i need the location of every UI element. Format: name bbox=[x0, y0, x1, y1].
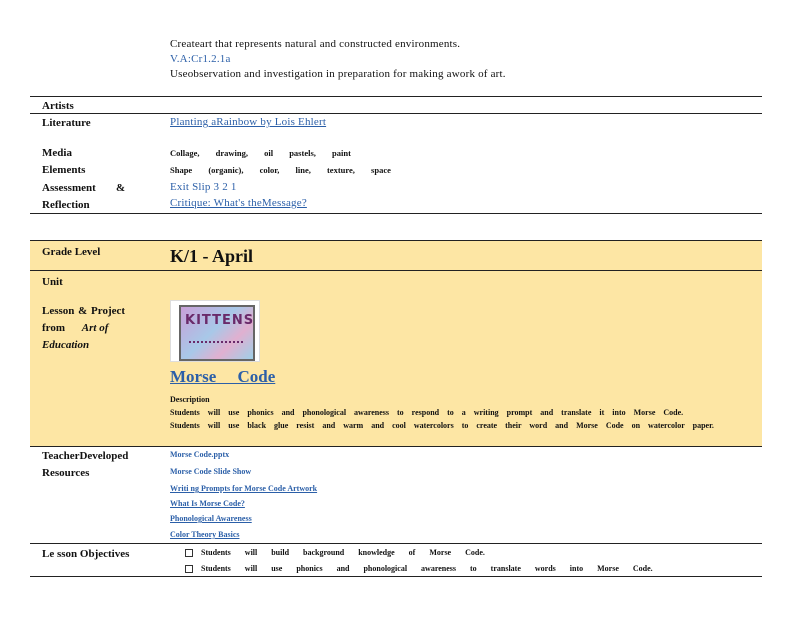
lesson-label-3: Education bbox=[42, 339, 90, 351]
objectives-label: Le sson Objectives bbox=[42, 548, 130, 560]
resource-link-phonological[interactable]: Phonological Awareness bbox=[170, 512, 290, 526]
lesson-label-art-of: Art of bbox=[81, 322, 109, 334]
assessment-label: Assessment bbox=[42, 182, 96, 194]
media-value: Collage, drawing, oil pastels, paint bbox=[170, 148, 351, 158]
grade-value: K/1 - April bbox=[170, 246, 254, 266]
resource-link-slideshow[interactable]: Morse Code Slide Show bbox=[170, 465, 251, 479]
table-divider bbox=[30, 213, 762, 214]
unit-label: Unit bbox=[42, 276, 63, 288]
lesson-label-1: Lesson & Project bbox=[42, 305, 126, 317]
resource-link-what-is-morse[interactable]: What Is Morse Code? bbox=[170, 497, 276, 511]
resource-link-writing-prompts[interactable]: Writi ng Prompts for Morse Code Artwork bbox=[170, 482, 376, 496]
lesson-title-link[interactable]: Morse Code bbox=[170, 366, 290, 388]
thumbnail-morse bbox=[189, 341, 243, 343]
resource-link-color-theory[interactable]: Color Theory Basics bbox=[170, 528, 266, 542]
assessment-value: Exit Slip 3 2 1 bbox=[170, 181, 237, 193]
objective-text: Students will build background knowledge… bbox=[201, 548, 485, 557]
table-divider bbox=[30, 543, 762, 544]
media-label: Media bbox=[42, 147, 72, 159]
description-label: Description bbox=[170, 395, 210, 404]
elements-value: Shape (organic), color, line, texture, s… bbox=[170, 165, 391, 175]
checkbox-icon bbox=[185, 549, 193, 558]
description-line-1: Students will use phonics and phonologic… bbox=[170, 408, 684, 417]
table-divider bbox=[30, 113, 762, 114]
resource-link-pptx[interactable]: Morse Code.pptx bbox=[170, 448, 229, 462]
resources-label-1: TeacherDeveloped bbox=[42, 450, 129, 462]
assessment-ampersand: & bbox=[116, 182, 126, 194]
critique-link[interactable]: Critique: What's theMessage? bbox=[170, 196, 307, 210]
thumbnail-text: KITTENS bbox=[185, 313, 255, 328]
reflection-label: Reflection bbox=[42, 199, 90, 211]
standard-line-3: Useobservation and investigation in prep… bbox=[170, 68, 506, 80]
lesson-label-2: from Art of bbox=[42, 321, 108, 335]
literature-label: Literature bbox=[42, 117, 91, 129]
objective-text: Students will use phonics and phonologic… bbox=[201, 564, 653, 573]
artists-label: Artists bbox=[42, 100, 74, 112]
table-divider bbox=[30, 446, 762, 447]
resources-label-2: Resources bbox=[42, 467, 90, 479]
objective-item: Students will use phonics and phonologic… bbox=[185, 562, 653, 575]
elements-label: Elements bbox=[42, 164, 86, 176]
description-line-2: Students will use black glue resist and … bbox=[170, 421, 714, 430]
objective-item: Students will build background knowledge… bbox=[185, 546, 485, 559]
lesson-label-from: from bbox=[42, 322, 66, 334]
grade-band bbox=[30, 241, 762, 270]
table-divider bbox=[30, 96, 762, 97]
grade-label: Grade Level bbox=[42, 246, 101, 258]
standard-code: V.A:Cr1.2.1a bbox=[170, 53, 231, 65]
thumbnail-art: KITTENS bbox=[179, 305, 255, 361]
literature-link[interactable]: Planting aRainbow by Lois Ehlert bbox=[170, 115, 326, 129]
checkbox-icon bbox=[185, 565, 193, 574]
lesson-thumbnail[interactable]: KITTENS bbox=[170, 300, 260, 362]
standard-line-1: Createart that represents natural and co… bbox=[170, 38, 461, 50]
table-divider bbox=[30, 576, 762, 577]
